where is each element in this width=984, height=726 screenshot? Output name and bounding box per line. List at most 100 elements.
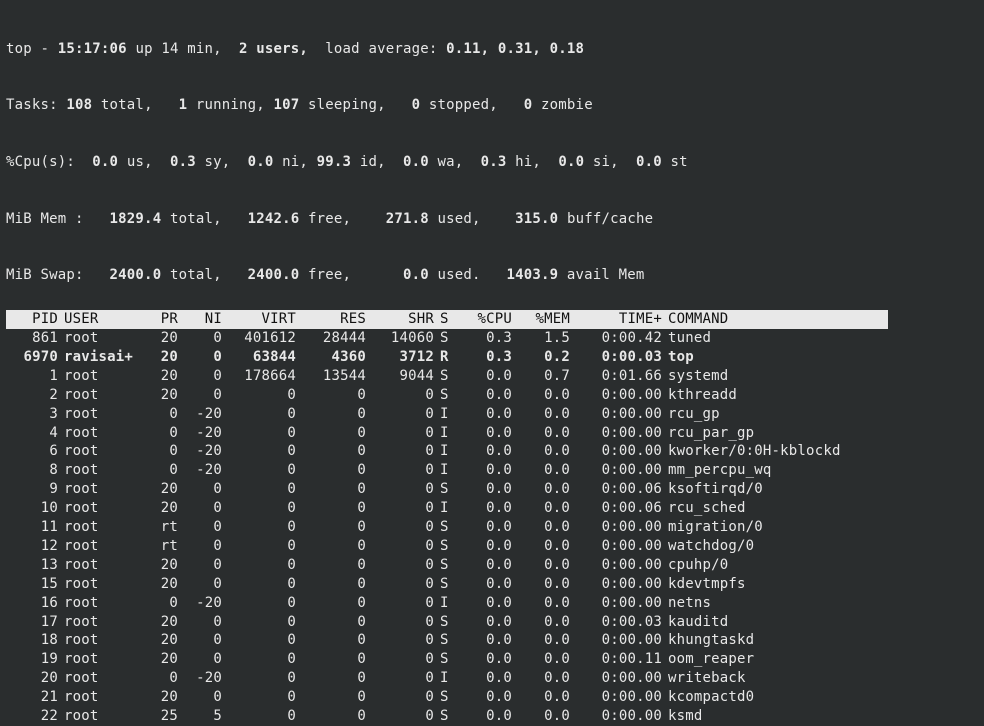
cell-cmd: mm_percpu_wq [668,461,888,480]
cell-shr: 0 [372,480,440,499]
cell-shr: 0 [372,386,440,405]
table-row[interactable]: 13root200000S0.00.00:00.00cpuhp/0 [6,556,978,575]
cell-user: root [64,707,146,726]
table-row[interactable]: 21root200000S0.00.00:00.00kcompactd0 [6,688,978,707]
cell-res: 0 [302,650,372,669]
cell-time: 0:00.06 [576,499,668,518]
cell-pid: 16 [6,594,64,613]
table-row[interactable]: 6root0-20000I0.00.00:00.00kworker/0:0H-k… [6,442,978,461]
table-row[interactable]: 12rootrt0000S0.00.00:00.00watchdog/0 [6,537,978,556]
cell-s: I [440,461,460,480]
cell-cpu: 0.0 [460,631,518,650]
col-res[interactable]: RES [302,310,372,329]
top-summary: top - 15:17:06 up 14 min, 2 users, load … [6,2,978,304]
cell-shr: 0 [372,688,440,707]
cell-cpu: 0.3 [460,348,518,367]
cell-pr: 20 [146,556,184,575]
table-row[interactable]: 4root0-20000I0.00.00:00.00rcu_par_gp [6,424,978,443]
table-row[interactable]: 11rootrt0000S0.00.00:00.00migration/0 [6,518,978,537]
table-row[interactable]: 22root255000S0.00.00:00.00ksmd [6,707,978,726]
cell-cpu: 0.0 [460,594,518,613]
cell-s: S [440,688,460,707]
cell-cpu: 0.0 [460,480,518,499]
cell-cmd: tuned [668,329,888,348]
cell-time: 0:00.00 [576,386,668,405]
cell-res: 0 [302,613,372,632]
cell-cpu: 0.0 [460,707,518,726]
cell-time: 0:00.00 [576,556,668,575]
table-row[interactable]: 20root0-20000I0.00.00:00.00writeback [6,669,978,688]
cell-shr: 14060 [372,329,440,348]
table-row[interactable]: 10root200000I0.00.00:00.06rcu_sched [6,499,978,518]
col-pid[interactable]: PID [6,310,64,329]
cell-time: 0:00.00 [576,575,668,594]
col-pr[interactable]: PR [146,310,184,329]
col-s[interactable]: S [440,310,460,329]
cell-user: ravisai+ [64,348,146,367]
table-row[interactable]: 19root200000S0.00.00:00.11oom_reaper [6,650,978,669]
cell-s: I [440,669,460,688]
table-row[interactable]: 9root200000S0.00.00:00.06ksoftirqd/0 [6,480,978,499]
cell-mem: 0.0 [518,480,576,499]
cell-shr: 0 [372,707,440,726]
cell-shr: 0 [372,669,440,688]
cell-shr: 0 [372,613,440,632]
col-shr[interactable]: SHR [372,310,440,329]
cell-s: S [440,575,460,594]
cell-pr: 0 [146,424,184,443]
cell-cpu: 0.0 [460,575,518,594]
cell-virt: 0 [228,461,302,480]
col-ni[interactable]: NI [184,310,228,329]
table-row[interactable]: 1root200178664135449044S0.00.70:01.66sys… [6,367,978,386]
cell-res: 0 [302,405,372,424]
cell-cmd: kworker/0:0H-kblockd [668,442,888,461]
cell-s: S [440,613,460,632]
cell-cmd: top [668,348,888,367]
cell-cpu: 0.0 [460,669,518,688]
cell-res: 0 [302,556,372,575]
cell-user: root [64,650,146,669]
cell-mem: 0.0 [518,442,576,461]
cell-res: 0 [302,707,372,726]
table-row[interactable]: 8root0-20000I0.00.00:00.00mm_percpu_wq [6,461,978,480]
cell-pid: 6 [6,442,64,461]
cell-user: root [64,537,146,556]
table-row[interactable]: 15root200000S0.00.00:00.00kdevtmpfs [6,575,978,594]
cell-user: root [64,367,146,386]
cell-ni: 0 [184,499,228,518]
cell-user: root [64,424,146,443]
col-mem[interactable]: %MEM [518,310,576,329]
cell-user: root [64,499,146,518]
cell-ni: -20 [184,669,228,688]
table-row[interactable]: 6970ravisai+2006384443603712R0.30.20:00.… [6,348,978,367]
col-virt[interactable]: VIRT [228,310,302,329]
cell-mem: 0.0 [518,424,576,443]
cell-time: 0:00.00 [576,461,668,480]
col-cmd[interactable]: COMMAND [668,310,888,329]
cell-user: root [64,461,146,480]
cell-pr: 0 [146,594,184,613]
cell-mem: 0.0 [518,518,576,537]
col-cpu[interactable]: %CPU [460,310,518,329]
cell-user: root [64,613,146,632]
cell-pr: 20 [146,348,184,367]
table-row[interactable]: 2root200000S0.00.00:00.00kthreadd [6,386,978,405]
table-row[interactable]: 3root0-20000I0.00.00:00.00rcu_gp [6,405,978,424]
col-user[interactable]: USER [64,310,146,329]
table-row[interactable]: 861root2004016122844414060S0.31.50:00.42… [6,329,978,348]
table-row[interactable]: 18root200000S0.00.00:00.00khungtaskd [6,631,978,650]
cell-pid: 13 [6,556,64,575]
process-table-header[interactable]: PID USER PR NI VIRT RES SHR S %CPU %MEM … [6,310,978,329]
col-time[interactable]: TIME+ [576,310,668,329]
cell-pid: 10 [6,499,64,518]
table-row[interactable]: 17root200000S0.00.00:00.03kauditd [6,613,978,632]
cell-cmd: kauditd [668,613,888,632]
cell-ni: 0 [184,575,228,594]
cell-res: 0 [302,442,372,461]
cell-pr: rt [146,537,184,556]
cell-virt: 0 [228,594,302,613]
table-row[interactable]: 16root0-20000I0.00.00:00.00netns [6,594,978,613]
cell-cmd: kthreadd [668,386,888,405]
cell-shr: 0 [372,650,440,669]
cell-s: S [440,631,460,650]
